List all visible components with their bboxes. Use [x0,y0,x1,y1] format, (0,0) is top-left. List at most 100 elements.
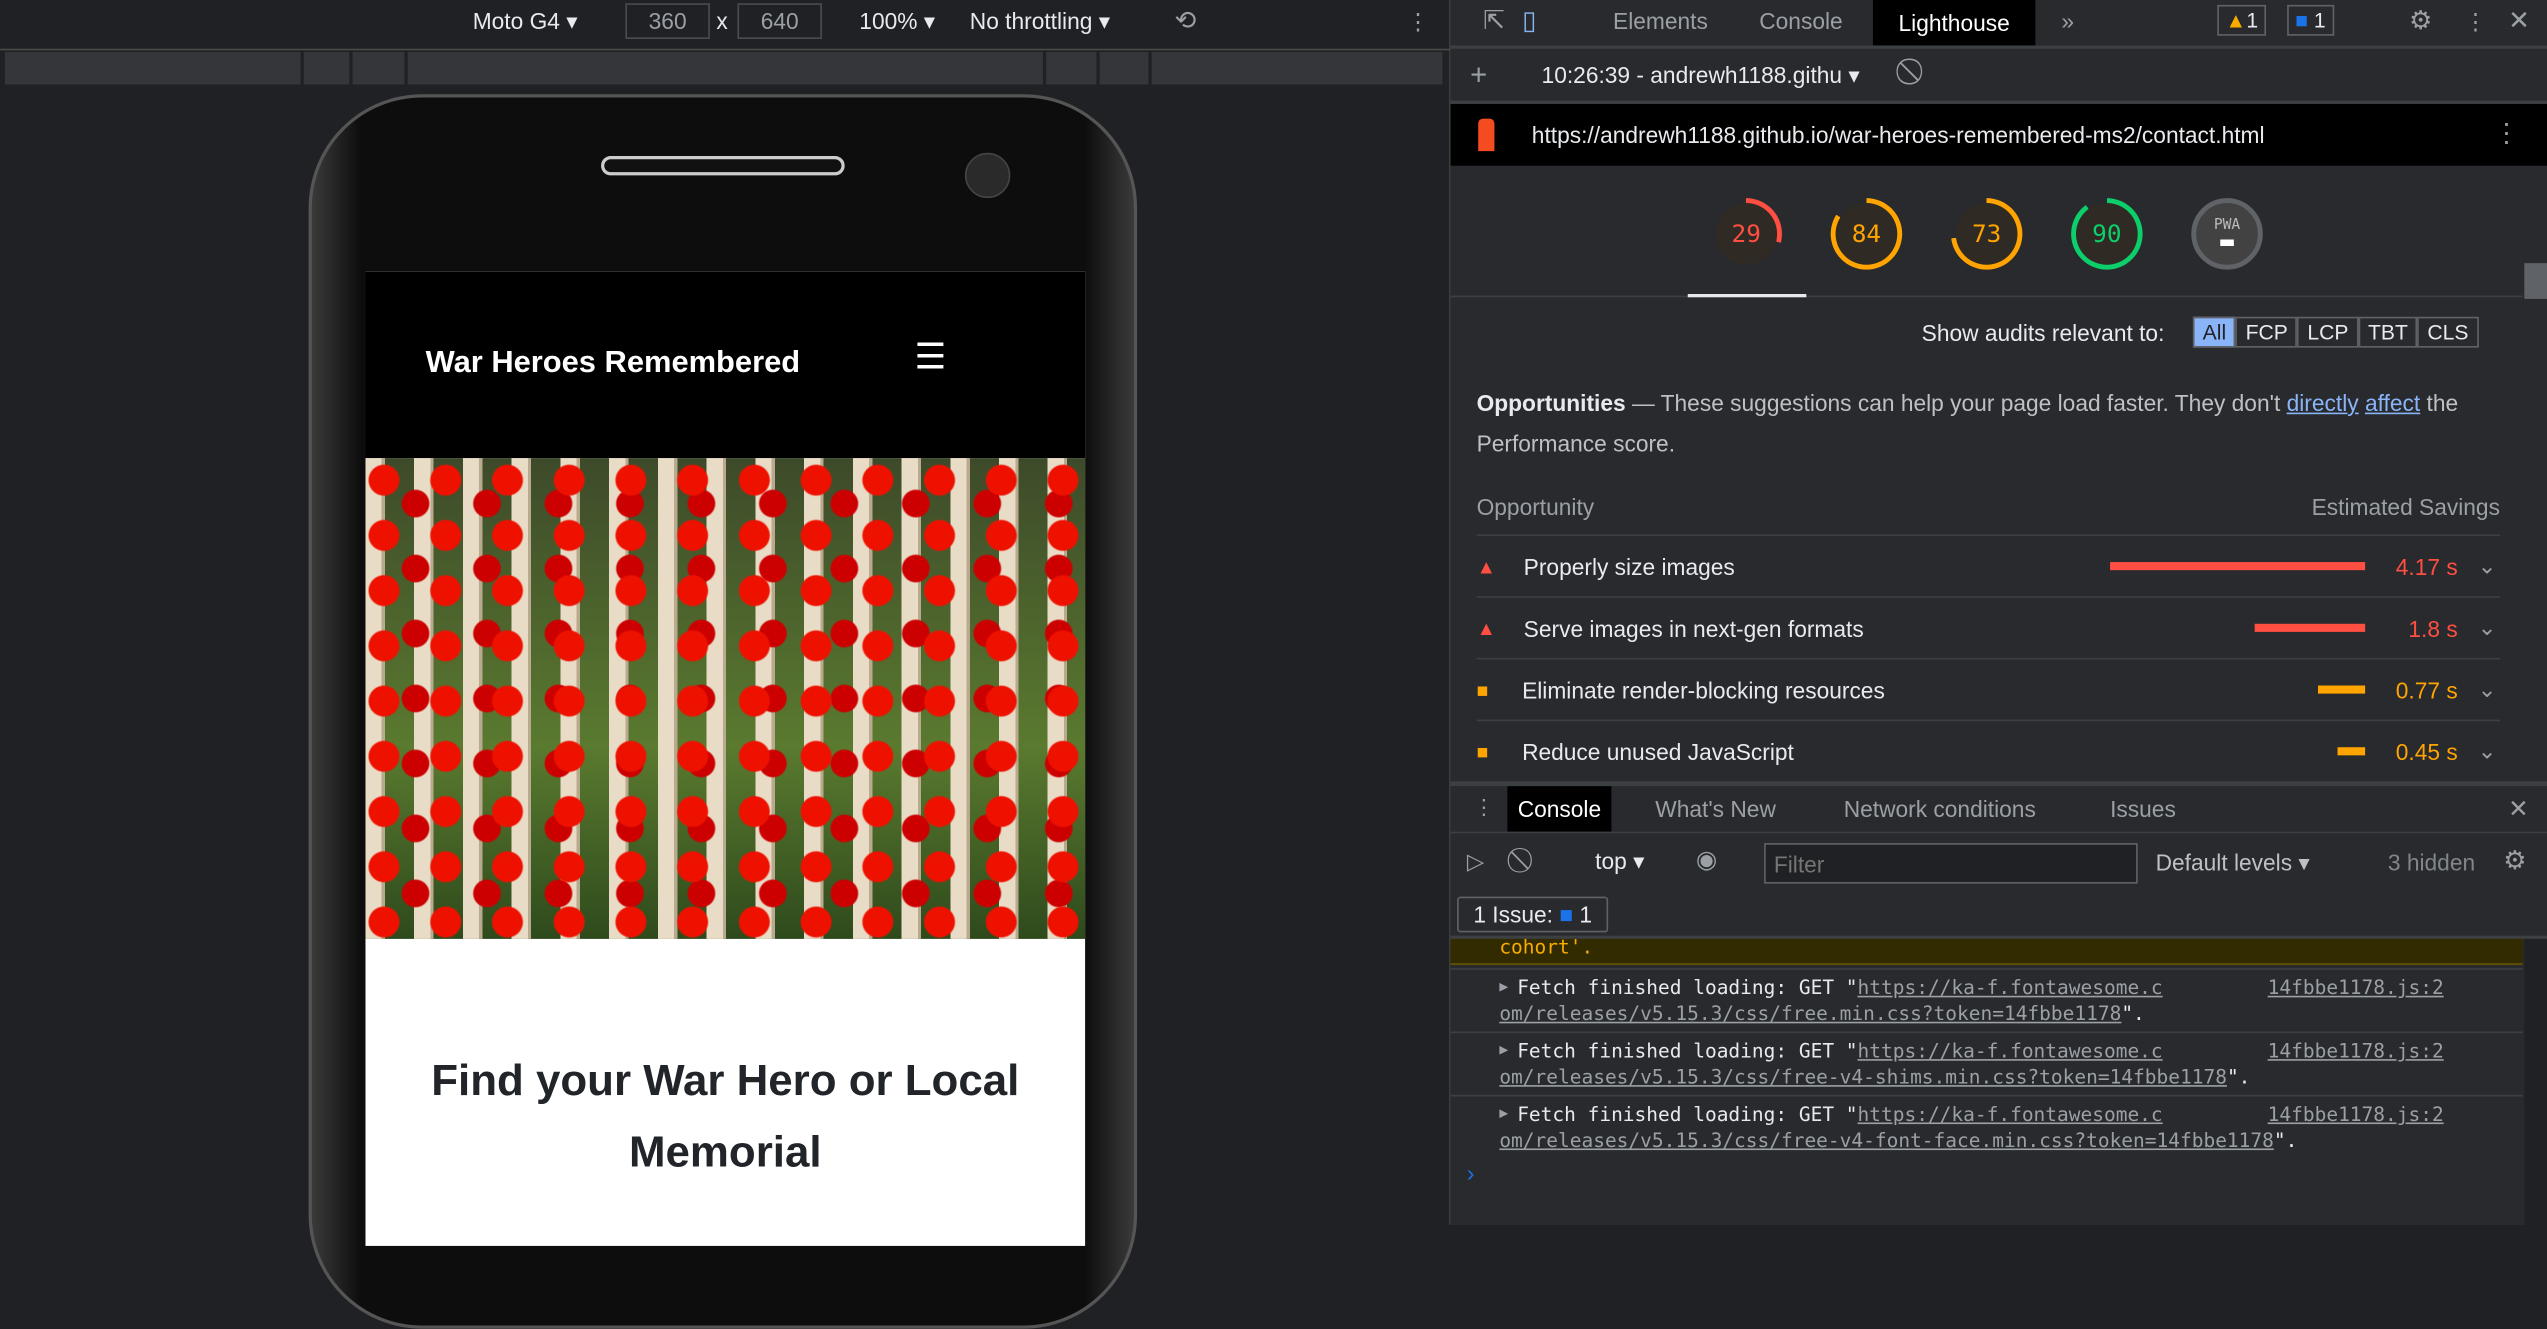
warning-icon: ▲ [2225,8,2247,33]
log-levels-select[interactable]: Default levels ▾ [2156,850,2310,878]
log-url-link-cont[interactable]: om/releases/v5.15.3/css/free.min.css?tok… [1499,1002,2121,1025]
drawer-tab-issues[interactable]: Issues [2110,796,2176,822]
log-url-link[interactable]: https://ka-f.fontawesome.c [1858,1040,2163,1063]
log-source-link[interactable]: 14fbbe1178.js:2 [2268,1038,2444,1064]
log-url-link[interactable]: https://ka-f.fontawesome.c [1858,1103,2163,1126]
console-settings-gear-icon[interactable]: ⚙ [2503,845,2526,877]
camera-icon [964,152,1011,199]
drawer-menu-icon[interactable]: ⋮ [1473,794,1494,820]
width-input[interactable]: 360 [625,3,710,39]
report-url[interactable]: https://andrewh1188.github.io/war-heroes… [1532,122,2265,148]
poppy-crosses-hero-image [365,458,1086,939]
log-url-link[interactable]: https://ka-f.fontawesome.c [1858,976,2163,999]
console-warning-message: cohort'. [1450,938,2523,965]
times-label: x [716,8,728,35]
warnings-count: 1 [2246,8,2259,33]
messages-badge[interactable]: ■ 1 [2287,4,2334,36]
opportunity-label: Properly size images [1523,553,1735,580]
device-toggle-icon[interactable]: ▯ [1512,0,1546,42]
hamburger-menu-icon[interactable]: ☰ [915,336,947,378]
savings-bar [2110,562,2366,571]
media-query-bar[interactable] [407,51,1047,85]
warnings-badge[interactable]: ▲1 [2217,4,2267,36]
log-url-link-cont[interactable]: om/releases/v5.15.3/css/free-v4-font-fac… [1499,1129,2274,1152]
expand-triangle-icon[interactable]: ▶ [1499,1038,1508,1064]
drawer-tab-network-conditions[interactable]: Network conditions [1844,796,2036,822]
gauge-score-0[interactable]: 29 [1710,198,1782,270]
opportunity-row[interactable]: ▲ Serve images in next-gen formats 1.8 s … [1476,596,2500,658]
gauge-pwa[interactable]: PWA ▬ [2191,198,2263,270]
report-scrollbar[interactable] [2524,263,2547,299]
rotate-icon[interactable]: ⟲ [1174,0,1196,42]
savings-value: 0.77 s [2395,676,2458,703]
media-query-bar[interactable] [1046,51,1100,85]
directly-link[interactable]: directly [2287,390,2359,416]
tab-elements[interactable]: Elements [1590,0,1730,42]
close-devtools-icon[interactable]: ✕ [2485,0,2547,42]
expand-triangle-icon[interactable]: ▶ [1499,975,1508,1001]
opportunity-row[interactable]: ■ Eliminate render-blocking resources 0.7… [1476,657,2500,720]
media-query-bar[interactable] [1151,51,1446,85]
expand-chevron-icon[interactable]: ⌄ [2478,614,2497,642]
gauge-score-2[interactable]: 73 [1950,198,2023,270]
audit-filter-all[interactable]: All [2192,316,2236,348]
tab-lighthouse[interactable]: Lighthouse [1872,0,2036,46]
issues-label: 1 Issue: [1473,901,1553,928]
height-input[interactable]: 640 [737,3,822,39]
console-filter-input[interactable] [1764,843,2138,884]
media-query-bar[interactable] [352,51,408,85]
report-menu-icon[interactable]: ⋮ [2493,117,2519,149]
more-tabs-icon[interactable]: » [2039,0,2097,42]
tab-console[interactable]: Console [1736,0,1865,42]
console-log-entry[interactable]: ▶ Fetch finished loading: GET "https://k… [1450,968,2523,1031]
log-suffix: ". [2121,1002,2145,1025]
audit-filter-cls[interactable]: CLS [2417,316,2479,348]
new-report-icon[interactable]: + [1470,58,1487,92]
expand-chevron-icon[interactable]: ⌄ [2478,676,2497,704]
log-url-link-cont[interactable]: om/releases/v5.15.3/css/free-v4-shims.mi… [1499,1066,2227,1089]
audit-filter-tbt[interactable]: TBT [2358,316,2418,348]
log-prefix: Fetch finished loading: GET " [1517,1102,1858,1126]
site-title[interactable]: War Heroes Remembered [426,346,801,382]
console-log-entry[interactable]: ▶ Fetch finished loading: GET "https://k… [1450,1031,2523,1094]
media-query-bar[interactable] [303,51,353,85]
column-opportunity: Opportunity [1476,493,1595,520]
savings-bar [2337,747,2366,756]
log-source-link[interactable]: 14fbbe1178.js:2 [2268,1101,2444,1127]
audit-filter-lcp[interactable]: LCP [2297,316,2359,348]
messages-count: 1 [2313,8,2326,33]
zoom-label: 100% [859,8,918,35]
console-log-entry[interactable]: ▶ Fetch finished loading: GET "https://k… [1450,1094,2523,1158]
audit-filter-fcp[interactable]: FCP [2235,316,2298,348]
zoom-select[interactable]: 100% ▾ [859,0,935,42]
savings-value: 4.17 s [2395,553,2458,580]
media-query-bar[interactable] [1099,51,1152,85]
drawer-tab-console[interactable]: Console [1507,786,1612,832]
sidebar-toggle-icon[interactable]: ▷ [1467,848,1485,876]
average-square-icon: ■ [1476,739,1489,763]
live-expression-eye-icon[interactable]: ◉ [1696,845,1717,874]
affect-link[interactable]: affect [2365,390,2420,416]
media-query-bar[interactable] [4,51,304,85]
expand-chevron-icon[interactable]: ⌄ [2478,552,2497,580]
expand-triangle-icon[interactable]: ▶ [1499,1101,1508,1127]
issues-button[interactable]: 1 Issue: ■ 1 [1457,896,1609,933]
opportunity-row[interactable]: ▲ Properly size images 4.17 s ⌄ [1476,534,2500,596]
device-label: Moto G4 [472,8,560,35]
console-prompt-icon[interactable]: › [1467,1160,1475,1186]
expand-chevron-icon[interactable]: ⌄ [2478,737,2497,765]
gauge-value: 84 [1835,203,1898,265]
gauge-score-1[interactable]: 84 [1830,198,1903,270]
log-source-link[interactable]: 14fbbe1178.js:2 [2268,975,2444,1001]
close-drawer-icon[interactable]: ✕ [2508,794,2528,824]
gauge-score-3[interactable]: 90 [2071,198,2143,270]
opportunity-row[interactable]: ■ Reduce unused JavaScript 0.45 s ⌄ [1476,719,2500,782]
console-drawer: ⋮ Console What's New Network conditions … [1450,786,2547,1225]
drawer-tab-whats-new[interactable]: What's New [1655,796,1776,822]
context-select[interactable]: top ▾ [1595,848,1644,876]
device-select[interactable]: Moto G4 ▾ [473,0,578,42]
console-scrollbar[interactable] [2524,938,2547,1225]
report-select[interactable]: 10:26:39 - andrewh1188.githu ▾ [1542,62,1860,90]
more-options-icon[interactable]: ⋮ [1407,0,1430,42]
throttling-select[interactable]: No throttling ▾ [970,0,1110,42]
